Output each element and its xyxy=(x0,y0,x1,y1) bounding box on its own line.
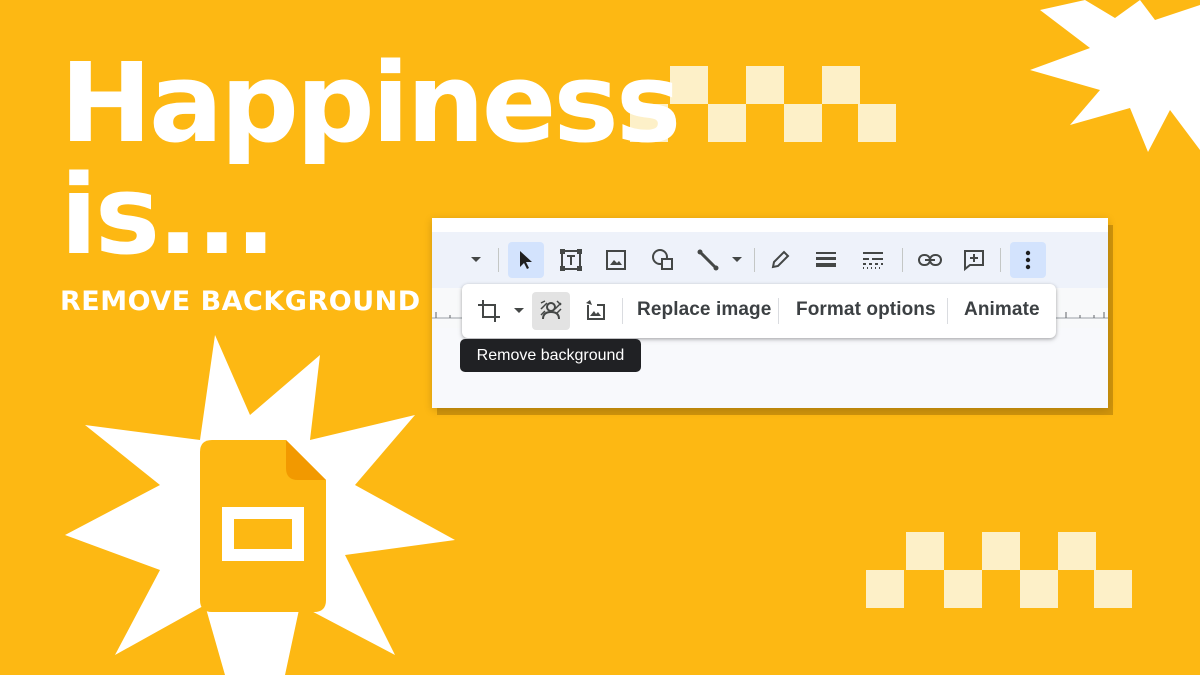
crop-icon[interactable] xyxy=(470,292,508,330)
headline: Happiness is... xyxy=(60,48,681,279)
link-icon[interactable] xyxy=(912,242,948,278)
starburst-decoration-top-right xyxy=(1030,0,1200,152)
animate-button[interactable]: Animate xyxy=(964,299,1040,321)
subheadline: REMOVE BACKGROUND xyxy=(60,286,421,317)
google-slides-icon xyxy=(200,440,330,612)
headline-line-2: is... xyxy=(60,151,277,279)
format-options-button[interactable]: Format options xyxy=(796,299,936,321)
replace-image-button[interactable]: Replace image xyxy=(637,299,771,321)
pen-icon[interactable] xyxy=(762,242,798,278)
checker-pattern-bottom xyxy=(866,532,1136,612)
border-dash-icon[interactable] xyxy=(855,242,891,278)
more-vert-icon[interactable] xyxy=(1010,242,1046,278)
chevron-down-icon[interactable] xyxy=(722,242,752,278)
border-weight-icon[interactable] xyxy=(808,242,844,278)
remove-background-tooltip: Remove background xyxy=(460,339,641,372)
remove-background-icon[interactable] xyxy=(532,292,570,330)
add-comment-icon[interactable] xyxy=(956,242,992,278)
headline-line-1: Happiness xyxy=(60,39,681,167)
chevron-down-icon[interactable] xyxy=(508,292,530,330)
reset-image-icon[interactable] xyxy=(576,292,614,330)
image-options-toolbar: Replace image Format options Animate xyxy=(462,284,1056,338)
line-icon[interactable] xyxy=(690,242,726,278)
